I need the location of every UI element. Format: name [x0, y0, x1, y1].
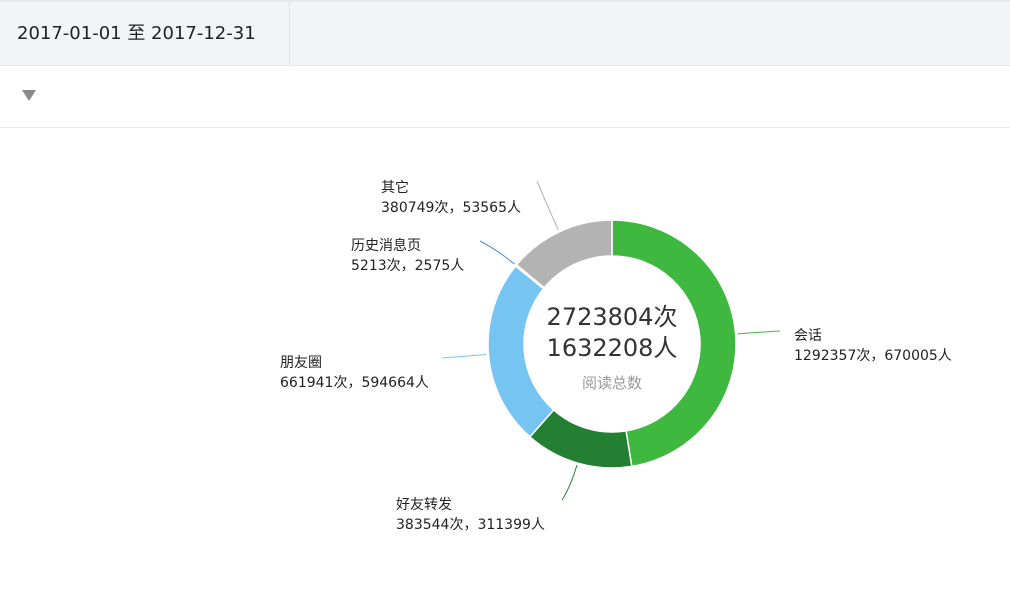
slice-label-value: 1292357次，670005人: [794, 348, 952, 364]
slice-label-name: 好友转发: [396, 497, 452, 513]
triangle-down-icon[interactable]: [22, 90, 36, 101]
slice-label-value: 380749次，53565人: [381, 200, 521, 216]
center-total-users: 1632208人: [547, 334, 678, 362]
slice-其它[interactable]: [515, 219, 613, 289]
donut-chart: 会话 1292357次，670005人好友转发 383544次，311399人 朋友圈…: [280, 179, 952, 533]
slice-label-name: 会话: [794, 328, 822, 344]
slice-label-value: 383544次，311399人: [396, 517, 545, 533]
filter-row: [0, 66, 1010, 128]
slice-label-name: 其它: [381, 179, 409, 196]
leader-line-其它: [536, 180, 559, 231]
slice-label-value: 661941次，594664人: [280, 375, 429, 391]
leader-line-好友转发: [561, 464, 578, 501]
date-range-picker[interactable]: 2017-01-01 至 2017-12-31: [0, 2, 290, 66]
slice-label-value: 5213次，2575人: [351, 258, 464, 274]
slice-label-name: 朋友圈: [280, 355, 322, 371]
center-total-reads: 2723804次: [547, 303, 678, 331]
leader-line-朋友圈: [441, 353, 487, 359]
slice-label-name: 历史消息页: [351, 237, 421, 254]
slice-朋友圈[interactable]: [487, 264, 555, 438]
leader-line-会话: [737, 330, 781, 335]
center-label: 阅读总数: [582, 374, 642, 392]
toolbar: 2017-01-01 至 2017-12-31: [0, 0, 1010, 66]
leader-line-历史消息页: [479, 240, 515, 265]
